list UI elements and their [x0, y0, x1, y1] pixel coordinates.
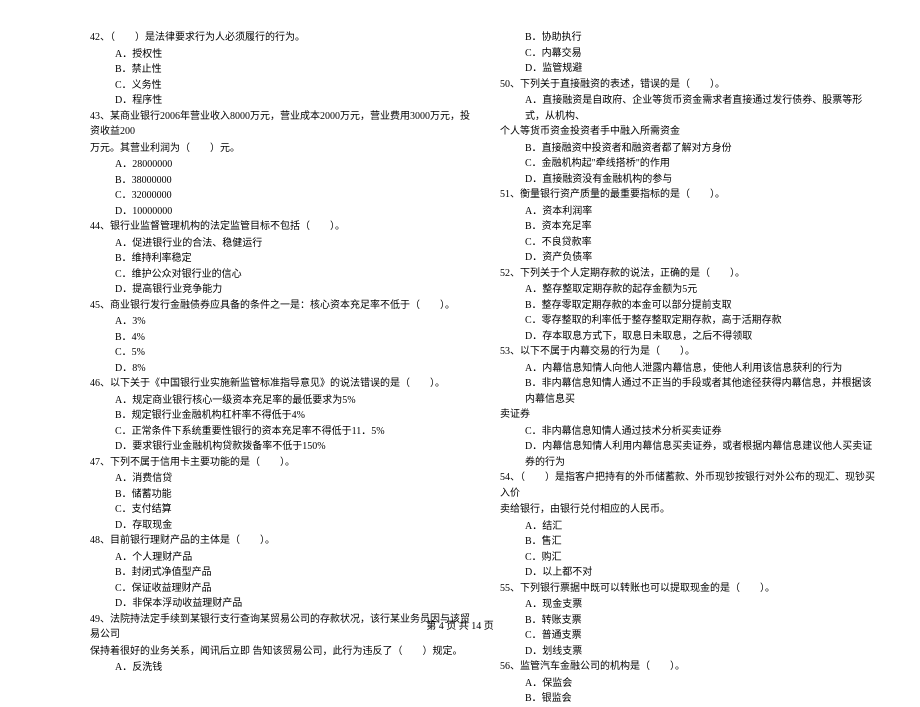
- question-line: 53、以下不属于内幕交易的行为是（ ）。: [500, 344, 880, 360]
- option-line: A．28000000: [90, 157, 470, 173]
- option-line: B．封闭式净值型产品: [90, 565, 470, 581]
- option-line: C．支付结算: [90, 502, 470, 518]
- option-line: D．非保本浮动收益理财产品: [90, 596, 470, 612]
- option-line: C．不良贷款率: [500, 235, 880, 251]
- option-line: A．资本利润率: [500, 204, 880, 220]
- option-line: C．内幕交易: [500, 46, 880, 62]
- question-line: 个人等货币资金投资者手中融入所需资金: [500, 124, 880, 140]
- option-line: D．提高银行业竞争能力: [90, 282, 470, 298]
- option-line: A．规定商业银行核心一级资本充足率的最低要求为5%: [90, 393, 470, 409]
- question-line: 46、以下关于《中国银行业实施新监管标准指导意见》的说法错误的是（ ）。: [90, 376, 470, 392]
- option-line: B．整存零取定期存款的本金可以部分提前支取: [500, 298, 880, 314]
- option-line: B．4%: [90, 330, 470, 346]
- option-line: A．结汇: [500, 519, 880, 535]
- option-line: D．内幕信息知情人利用内幕信息买卖证券，或者根据内幕信息建议他人买卖证券的行为: [500, 439, 880, 470]
- option-line: B．38000000: [90, 173, 470, 189]
- question-line: 卖证券: [500, 407, 880, 423]
- question-line: 45、商业银行发行金融债券应具备的条件之一是：核心资本充足率不低于（ ）。: [90, 298, 470, 314]
- question-line: 48、目前银行理财产品的主体是（ ）。: [90, 533, 470, 549]
- question-line: 51、衡量银行资产质量的最重要指标的是（ ）。: [500, 187, 880, 203]
- option-line: C．零存整取的利率低于整存整取定期存款，高于活期存款: [500, 313, 880, 329]
- question-line: 56、监管汽车金融公司的机构是（ ）。: [500, 659, 880, 675]
- option-line: D．程序性: [90, 93, 470, 109]
- option-line: A．保监会: [500, 676, 880, 692]
- option-line: D．资产负债率: [500, 250, 880, 266]
- question-line: 42、（ ）是法律要求行为人必须履行的行为。: [90, 30, 470, 46]
- right-column: B．协助执行C．内幕交易D．监管规避50、下列关于直接融资的表述，错误的是（ ）…: [500, 30, 880, 707]
- option-line: D．划线支票: [500, 644, 880, 660]
- option-line: C．金融机构起"牵线搭桥"的作用: [500, 156, 880, 172]
- option-line: A．促进银行业的合法、稳健运行: [90, 236, 470, 252]
- option-line: B．维持利率稳定: [90, 251, 470, 267]
- option-line: C．5%: [90, 345, 470, 361]
- option-line: D．8%: [90, 361, 470, 377]
- option-line: A．个人理财产品: [90, 550, 470, 566]
- option-line: A．直接融资是自政府、企业等货币资金需求者直接通过发行债券、股票等形式，从机构、: [500, 93, 880, 124]
- option-line: A．内幕信息知情人向他人泄露内幕信息，使他人利用该信息获利的行为: [500, 361, 880, 377]
- option-line: B．售汇: [500, 534, 880, 550]
- option-line: C．正常条件下系统重要性银行的资本充足率不得低于11．5%: [90, 424, 470, 440]
- option-line: B．直接融资中投资者和融资者都了解对方身份: [500, 141, 880, 157]
- option-line: D．直接融资没有金融机构的参与: [500, 172, 880, 188]
- question-line: 保持着很好的业务关系，闻讯后立即 告知该贸易公司，此行为违反了（ ）规定。: [90, 644, 470, 660]
- option-line: D．存本取息方式下，取息日未取息，之后不得领取: [500, 329, 880, 345]
- left-column: 42、（ ）是法律要求行为人必须履行的行为。A．授权性B．禁止性C．义务性D．程…: [90, 30, 470, 707]
- option-line: A．反洗钱: [90, 660, 470, 676]
- option-line: D．以上都不对: [500, 565, 880, 581]
- question-line: 55、下列银行票据中既可以转账也可以提取现金的是（ ）。: [500, 581, 880, 597]
- option-line: C．保证收益理财产品: [90, 581, 470, 597]
- exam-page: 42、（ ）是法律要求行为人必须履行的行为。A．授权性B．禁止性C．义务性D．程…: [0, 0, 920, 707]
- question-line: 万元。其营业利润为（ ）元。: [90, 141, 470, 157]
- option-line: C．义务性: [90, 78, 470, 94]
- page-footer: 第 4 页 共 14 页: [0, 617, 920, 632]
- option-line: D．监管规避: [500, 61, 880, 77]
- option-line: A．消费信贷: [90, 471, 470, 487]
- option-line: B．资本充足率: [500, 219, 880, 235]
- option-line: A．授权性: [90, 47, 470, 63]
- option-line: D．10000000: [90, 204, 470, 220]
- option-line: C．维护公众对银行业的信心: [90, 267, 470, 283]
- option-line: B．协助执行: [500, 30, 880, 46]
- question-line: 50、下列关于直接融资的表述，错误的是（ ）。: [500, 77, 880, 93]
- question-line: 44、银行业监督管理机构的法定监管目标不包括（ ）。: [90, 219, 470, 235]
- option-line: A．现金支票: [500, 597, 880, 613]
- option-line: A．整存整取定期存款的起存金额为5元: [500, 282, 880, 298]
- option-line: C．非内幕信息知情人通过技术分析买卖证券: [500, 424, 880, 440]
- option-line: A．3%: [90, 314, 470, 330]
- option-line: B．禁止性: [90, 62, 470, 78]
- question-line: 54、（ ）是指客户把持有的外币储蓄款、外币现钞按银行对外公布的现汇、现钞买入价: [500, 470, 880, 501]
- option-line: D．存取现金: [90, 518, 470, 534]
- question-line: 52、下列关于个人定期存款的说法，正确的是（ ）。: [500, 266, 880, 282]
- option-line: B．银监会: [500, 691, 880, 707]
- question-line: 47、下列不属于信用卡主要功能的是（ ）。: [90, 455, 470, 471]
- option-line: C．购汇: [500, 550, 880, 566]
- option-line: C．32000000: [90, 188, 470, 204]
- option-line: B．规定银行业金融机构杠杆率不得低于4%: [90, 408, 470, 424]
- question-line: 卖给银行，由银行兑付相应的人民币。: [500, 502, 880, 518]
- option-line: D．要求银行业金融机构贷款拨备率不低于150%: [90, 439, 470, 455]
- question-line: 43、某商业银行2006年营业收入8000万元，营业成本2000万元，营业费用3…: [90, 109, 470, 140]
- option-line: B．储蓄功能: [90, 487, 470, 503]
- option-line: B．非内幕信息知情人通过不正当的手段或者其他途径获得内幕信息，并根据该内幕信息买: [500, 376, 880, 407]
